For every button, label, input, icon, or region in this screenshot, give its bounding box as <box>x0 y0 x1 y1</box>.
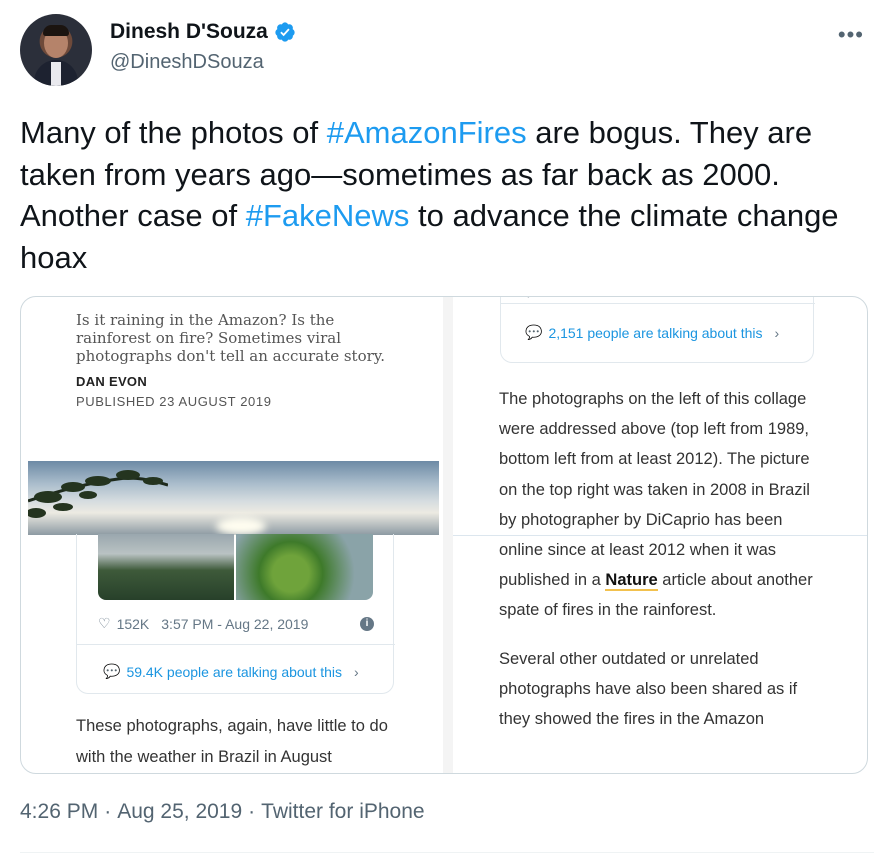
chevron-right-icon: › <box>354 663 359 680</box>
hashtag-fakenews[interactable]: #FakeNews <box>246 198 410 233</box>
talking-text: 59.4K people are talking about this <box>126 663 343 680</box>
separator-dot: · <box>104 800 112 823</box>
embedded-tweet-card: ♡ ▔▔▔▔ ▔▔▔▔▔▔ ▔▔▔▔▔▔▔▔▔▔ 💬 2,151 people … <box>500 297 815 363</box>
divider <box>20 852 874 853</box>
author-name-row[interactable]: Dinesh D'Souza <box>110 20 296 44</box>
divider <box>501 303 815 304</box>
display-name[interactable]: Dinesh D'Souza <box>110 20 268 44</box>
likes-count: 152K <box>116 615 150 632</box>
more-options-icon[interactable]: ••• <box>838 22 864 48</box>
verified-badge-icon <box>275 22 295 42</box>
avatar-hair <box>43 25 69 36</box>
cropped-heading: ▔▔▔▔▔▔▔ <box>76 296 175 308</box>
article-author: DAN EVON <box>76 374 148 389</box>
paragraph: Several other outdated or unrelated phot… <box>499 649 798 729</box>
tree-branch-silhouette <box>28 470 168 518</box>
tweet-time[interactable]: 4:26 PM <box>20 800 98 824</box>
chevron-right-icon: › <box>774 324 780 341</box>
collage-divider <box>443 297 453 773</box>
info-icon: i <box>360 616 374 631</box>
article-body-right: The photographs on the left of this coll… <box>499 384 824 752</box>
author-handle[interactable]: @DineshDSouza <box>110 51 264 74</box>
tweet-text-segment: Many of the photos of <box>20 115 327 150</box>
paragraph: The photographs on the left of this coll… <box>499 384 824 626</box>
article-body-left: These photographs, again, have little to… <box>76 717 388 766</box>
avatar[interactable] <box>20 14 92 86</box>
tweet-text: Many of the photos of #AmazonFires are b… <box>20 112 860 278</box>
divider <box>77 644 395 645</box>
tweet-media-image[interactable]: ▔▔▔▔▔▔▔ Is it raining in the Amazon? Is … <box>20 296 868 774</box>
embedded-tweet-meta: ♡ 152K 3:57 PM - Aug 22, 2019 i <box>98 615 374 632</box>
sun-glow <box>216 517 266 535</box>
cropped-meta: ♡ ▔▔▔▔ ▔▔▔▔▔▔ ▔▔▔▔▔▔▔▔▔▔ <box>523 297 728 301</box>
article-subhead: Is it raining in the Amazon? Is the rain… <box>76 311 386 365</box>
leaves-photo <box>236 534 373 600</box>
avatar-shirt <box>51 62 61 86</box>
article-published-date: PUBLISHED 23 AUGUST 2019 <box>76 394 272 409</box>
tweet-date[interactable]: Aug 25, 2019 <box>117 800 242 824</box>
speech-bubble-icon: 💬 <box>525 324 543 340</box>
paragraph-text: The photographs on the left of this coll… <box>499 390 810 590</box>
talking-link: 💬 2,151 people are talking about this › <box>525 324 779 341</box>
talking-link: 💬 59.4K people are talking about this › <box>103 663 359 680</box>
media-right-panel: ♡ ▔▔▔▔ ▔▔▔▔▔▔ ▔▔▔▔▔▔▔▔▔▔ 💬 2,151 people … <box>453 297 867 773</box>
sky-photo <box>28 461 439 535</box>
forest-photo <box>98 534 234 600</box>
media-left-panel: ▔▔▔▔▔▔▔ Is it raining in the Amazon? Is … <box>21 297 443 773</box>
nature-link: Nature <box>605 571 658 592</box>
tweet-client[interactable]: Twitter for iPhone <box>261 800 424 824</box>
tweet-timestamp: 4:26 PM · Aug 25, 2019 · Twitter for iPh… <box>20 800 425 824</box>
separator-dot: · <box>248 800 256 823</box>
embedded-tweet-time: 3:57 PM - Aug 22, 2019 <box>161 615 309 632</box>
speech-bubble-icon: 💬 <box>103 663 121 679</box>
heart-icon: ♡ <box>98 615 111 631</box>
talking-text: 2,151 people are talking about this <box>548 324 763 341</box>
embedded-tweet-card: ♡ 152K 3:57 PM - Aug 22, 2019 i 💬 59.4K … <box>76 534 395 694</box>
hashtag-amazonfires[interactable]: #AmazonFires <box>327 115 527 150</box>
